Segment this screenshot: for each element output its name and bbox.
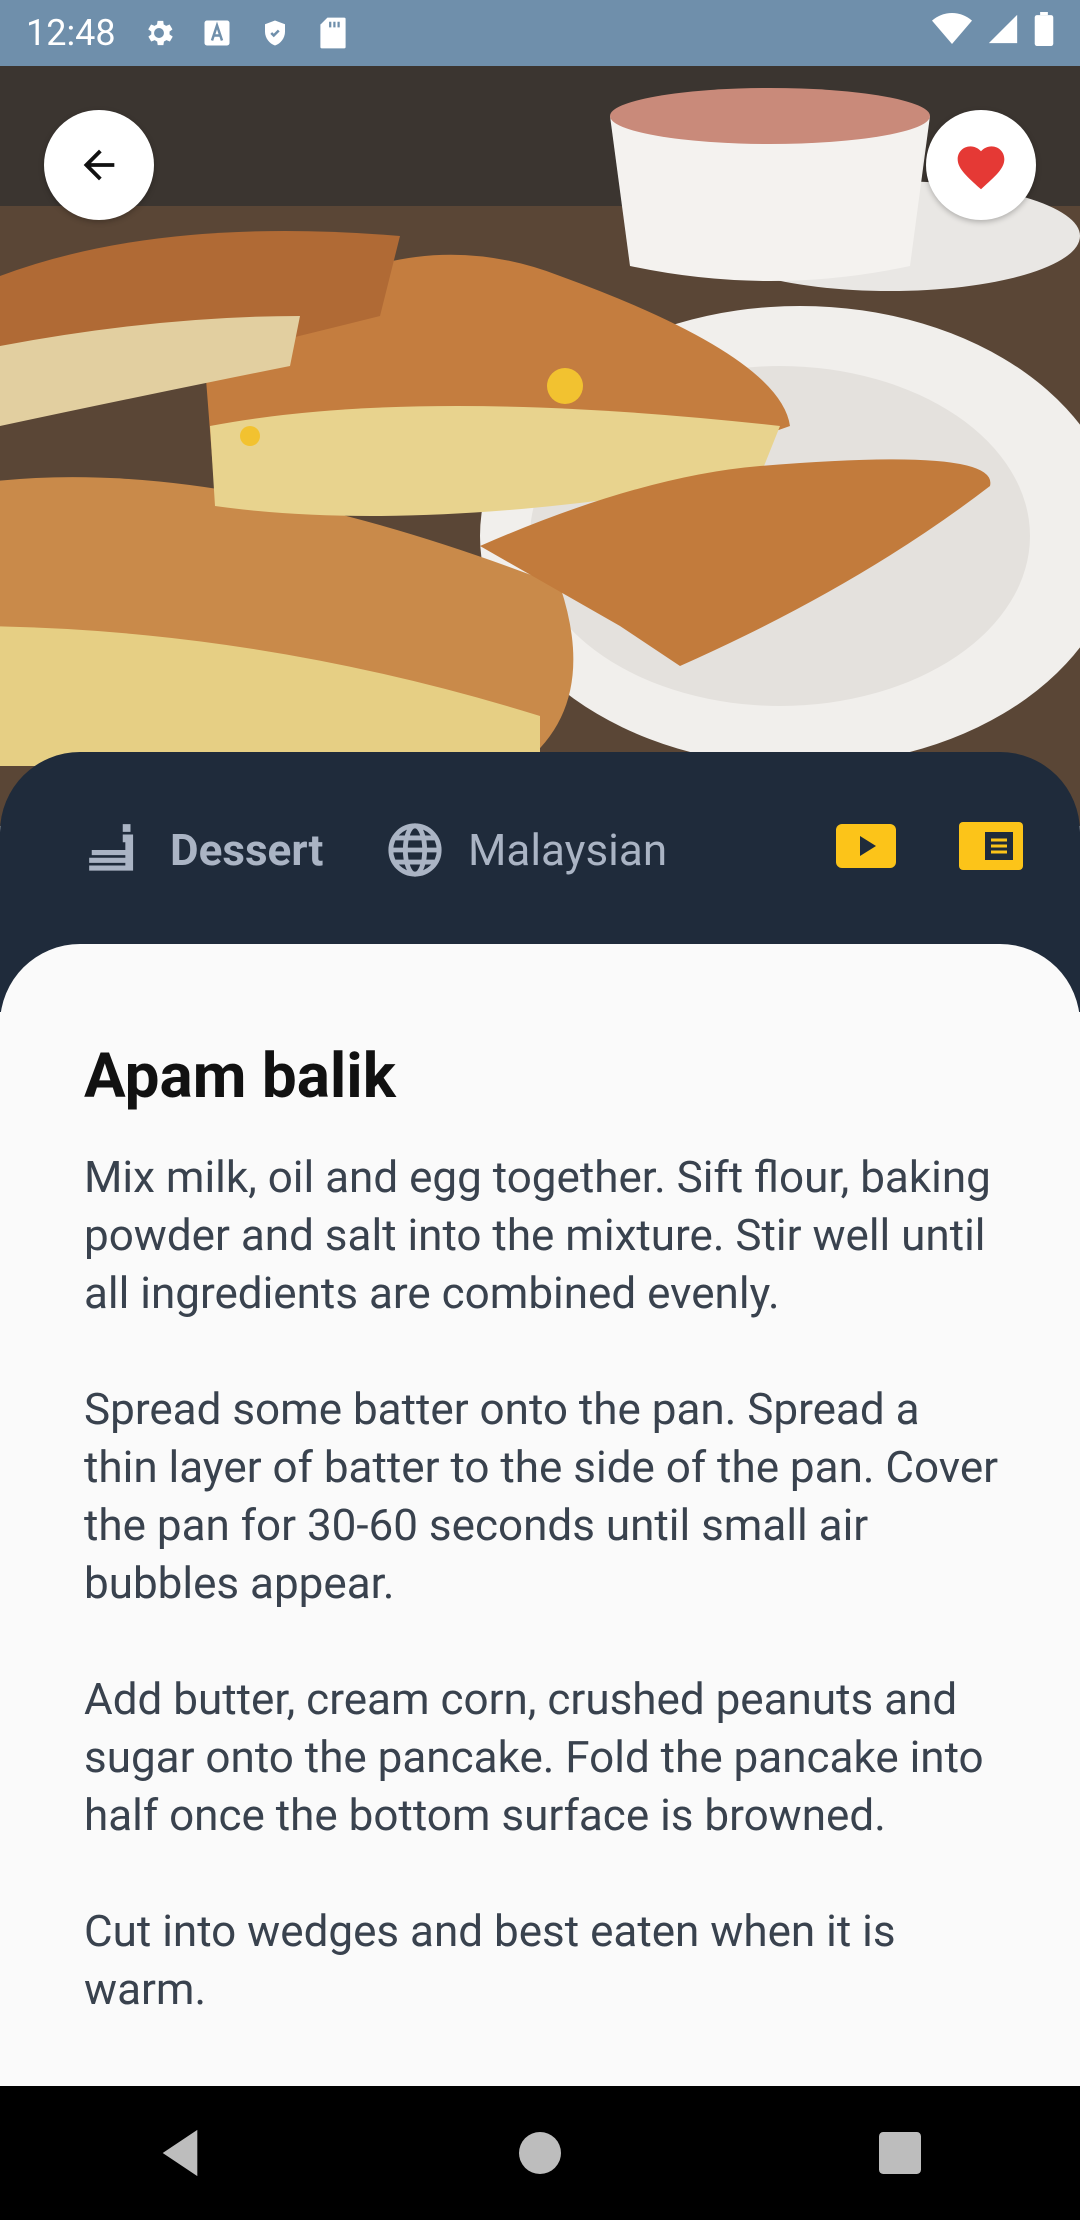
instruction-paragraph: Add butter, cream corn, crushed peanuts … <box>84 1673 984 1841</box>
settings-icon <box>140 14 178 52</box>
article-icon <box>959 822 1023 870</box>
nav-home-button[interactable] <box>500 2113 580 2193</box>
square-recents-icon <box>879 2132 921 2174</box>
dessert-icon <box>84 819 146 881</box>
globe-icon <box>386 821 444 879</box>
wifi-icon <box>932 12 972 55</box>
source-button[interactable] <box>958 820 1024 872</box>
instruction-paragraph: Spread some batter onto the pan. Spread … <box>84 1383 999 1609</box>
sd-card-icon <box>314 14 352 52</box>
recipe-card: Apam balik Mix milk, oil and egg togethe… <box>0 944 1080 2086</box>
back-button[interactable] <box>44 110 154 220</box>
font-icon <box>198 14 236 52</box>
system-nav-bar <box>0 2086 1080 2220</box>
instruction-paragraph: Cut into wedges and best eaten when it i… <box>84 1905 896 2015</box>
meta-row: Dessert Malaysian <box>0 810 1080 890</box>
triangle-back-icon <box>162 2129 198 2177</box>
youtube-button[interactable] <box>836 822 896 870</box>
nav-back-button[interactable] <box>140 2113 220 2193</box>
instruction-paragraph: Mix milk, oil and egg together. Sift flo… <box>84 1151 991 1319</box>
shield-icon <box>256 14 294 52</box>
hero-image <box>0 66 1080 826</box>
recipe-title: Apam balik <box>84 1040 396 1113</box>
nav-recents-button[interactable] <box>860 2113 940 2193</box>
area-label: Malaysian <box>468 824 668 876</box>
category-label: Dessert <box>170 824 324 876</box>
status-bar: 12:48 <box>0 0 1080 66</box>
signal-icon <box>986 12 1020 55</box>
circle-home-icon <box>519 2132 561 2174</box>
heart-icon <box>957 146 1005 190</box>
category-chip: Dessert <box>84 819 323 881</box>
recipe-instructions: Mix milk, oil and egg together. Sift flo… <box>84 1148 1004 2076</box>
favorite-button[interactable] <box>926 110 1036 220</box>
area-chip: Malaysian <box>386 821 667 879</box>
battery-icon <box>1034 11 1054 55</box>
status-time: 12:48 <box>26 12 116 54</box>
play-video-icon <box>836 824 896 868</box>
arrow-back-icon <box>83 149 115 181</box>
